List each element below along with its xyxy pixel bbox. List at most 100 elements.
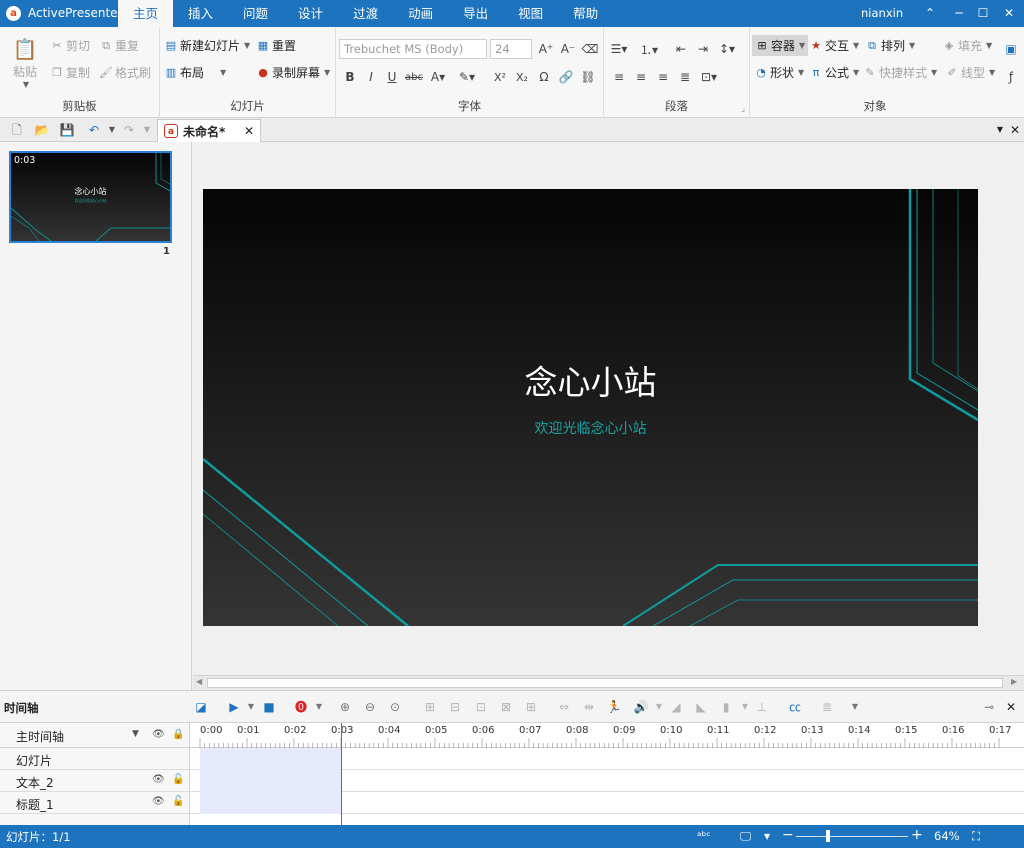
slide-title[interactable]: 念心小站 <box>203 356 978 404</box>
audio-dropdown-icon[interactable]: ▼ <box>736 698 754 716</box>
closed-caption-icon[interactable]: ㏄ <box>786 698 804 716</box>
track-text2[interactable] <box>190 770 1024 792</box>
lock-icon[interactable]: 🔒 <box>172 729 184 740</box>
clear-format-icon[interactable]: ⌫ <box>579 38 601 60</box>
unlink-icon[interactable]: ⛓ <box>577 66 599 88</box>
close-panel-icon[interactable]: ✕ <box>1006 121 1024 139</box>
track-title1[interactable] <box>190 792 1024 814</box>
fit-window-icon[interactable]: ⛶ <box>972 829 980 844</box>
zoom-level[interactable]: 64% <box>934 829 960 843</box>
link-icon[interactable]: 🔗 <box>555 66 577 88</box>
align-left-icon[interactable]: ≡ <box>608 66 630 88</box>
document-tab[interactable]: a 未命名* ✕ <box>157 119 261 142</box>
slide-clip[interactable] <box>200 748 342 770</box>
zoom-minus-icon[interactable]: − <box>782 827 794 843</box>
font-name-select[interactable]: Trebuchet MS (Body) <box>339 39 487 59</box>
title1-clip[interactable] <box>200 792 342 814</box>
zoom-slider-thumb[interactable] <box>826 830 830 842</box>
shrink-font-icon[interactable]: A⁻ <box>557 38 579 60</box>
subscript-icon[interactable]: X₂ <box>511 66 533 88</box>
cut-button[interactable]: ✂ 剪切 <box>50 37 90 54</box>
cut-range-icon[interactable]: ⊠ <box>497 698 515 716</box>
layer-row-title1[interactable]: 标题_1 👁 🔓 <box>0 792 190 814</box>
stop-icon[interactable]: ■ <box>260 698 278 716</box>
slide-canvas[interactable]: 念心小站 欢迎光临念心小站 <box>203 189 978 626</box>
unlock-icon[interactable]: 🔓 <box>172 796 184 807</box>
superscript-icon[interactable]: X² <box>489 66 511 88</box>
user-name[interactable]: nianxin <box>861 6 903 20</box>
tab-animations[interactable]: 动画 <box>393 0 448 27</box>
line-style-button[interactable]: ✐ 线型 ▼ <box>945 64 995 81</box>
new-slide-button[interactable]: ▤ 新建幻灯片 ▼ <box>164 37 250 54</box>
split-icon[interactable]: ⊞ <box>421 698 439 716</box>
copy-button[interactable]: ❐ 复制 <box>50 64 90 81</box>
delete-range-icon[interactable]: ⊞ <box>522 698 540 716</box>
font-size-select[interactable]: 24 <box>490 39 532 59</box>
zoom-fit-icon[interactable]: ⊙ <box>386 698 404 716</box>
grow-font-icon[interactable]: A⁺ <box>535 38 557 60</box>
tab-transitions[interactable]: 过渡 <box>338 0 393 27</box>
redo-dropdown-icon[interactable]: ▼ <box>138 121 156 139</box>
tab-questions[interactable]: 问题 <box>228 0 283 27</box>
tab-export[interactable]: 导出 <box>448 0 503 27</box>
presentation-icon[interactable]: 🖵 <box>740 829 751 844</box>
quick-style-button[interactable]: ✎ 快捷样式 ▼ <box>863 64 937 81</box>
equation-button[interactable]: π 公式 ▼ <box>809 64 859 81</box>
time-ruler[interactable]: 0:00 0:01 0:02 0:03 0:04 0:05 0:06 0:07 … <box>190 723 1024 748</box>
layout-button[interactable]: ▥ 布局 ▼ <box>164 64 226 81</box>
join-icon[interactable]: ⊟ <box>446 698 464 716</box>
strikethrough-icon[interactable]: abc <box>403 66 425 88</box>
fade-in-icon[interactable]: ◢ <box>667 698 685 716</box>
marker-icon[interactable]: ⊥ <box>753 698 771 716</box>
highlight-icon[interactable]: ✎▾ <box>456 66 478 88</box>
record-dropdown-icon[interactable]: ▼ <box>310 698 328 716</box>
line-spacing-icon[interactable]: ↕▾ <box>716 38 738 60</box>
scroll-right-icon[interactable]: ▶ <box>1011 677 1017 686</box>
zoom-out-icon[interactable]: ⊖ <box>361 698 379 716</box>
chevron-down-icon[interactable]: ▼ <box>132 729 139 739</box>
numbering-icon[interactable]: ⒈▾ <box>638 38 660 60</box>
bold-icon[interactable]: B <box>339 66 361 88</box>
shape-button[interactable]: ◔ 形状 ▼ <box>754 64 804 81</box>
tab-design[interactable]: 设计 <box>283 0 338 27</box>
eye-icon[interactable]: 👁 <box>152 796 165 807</box>
zoom-plus-icon[interactable]: + <box>911 827 923 843</box>
open-folder-icon[interactable]: 📂 <box>33 121 51 139</box>
symbol-icon[interactable]: Ω <box>533 66 555 88</box>
eye-icon[interactable]: 👁 <box>152 774 165 785</box>
redo-icon[interactable]: ↷ <box>120 121 138 139</box>
tab-help[interactable]: 帮助 <box>558 0 613 27</box>
unlock-icon[interactable]: 🔓 <box>172 774 184 785</box>
justify-icon[interactable]: ≣ <box>674 66 696 88</box>
layer-row-slide[interactable]: 幻灯片 <box>0 748 190 770</box>
underline-icon[interactable]: U <box>381 66 403 88</box>
main-timeline-row[interactable]: 主时间轴 ▼ 👁 🔒 <box>0 723 190 748</box>
layer-row-text2[interactable]: 文本_2 👁 🔓 <box>0 770 190 792</box>
collapse-ribbon-icon[interactable]: ⌃ <box>921 3 939 23</box>
track-slide[interactable] <box>190 748 1024 770</box>
close-timeline-icon[interactable]: ✕ <box>1002 698 1020 716</box>
presentation-dropdown-icon[interactable]: ▼ <box>764 832 770 841</box>
increase-indent-icon[interactable]: ⇥ <box>692 38 714 60</box>
volume-dropdown-icon[interactable]: ▼ <box>650 698 668 716</box>
bullets-icon[interactable]: ☰▾ <box>608 38 630 60</box>
speed-icon[interactable]: 🏃 <box>605 698 623 716</box>
arrange-button[interactable]: ⧉ 排列 ▼ <box>865 37 915 54</box>
tab-home[interactable]: 主页 <box>118 0 174 27</box>
zoom-slider-track[interactable] <box>796 836 908 837</box>
more-icon[interactable]: ▣ <box>1000 38 1022 60</box>
slide-subtitle[interactable]: 欢迎光临念心小站 <box>203 418 978 438</box>
text2-clip[interactable] <box>200 770 342 792</box>
record-screen-button[interactable]: ● 录制屏幕 ▼ <box>256 64 330 81</box>
tab-view[interactable]: 视图 <box>503 0 558 27</box>
undo-icon[interactable]: ↶ <box>85 121 103 139</box>
decrease-indent-icon[interactable]: ⇤ <box>670 38 692 60</box>
zoom-in-icon[interactable]: ⊕ <box>336 698 354 716</box>
select-mode-icon[interactable]: ◪ <box>192 698 210 716</box>
paste-button[interactable]: 📋 粘贴 ▼ <box>12 35 38 89</box>
fill-button[interactable]: ◈ 填充 ▼ <box>942 37 992 54</box>
save-icon[interactable]: 💾 <box>58 121 76 139</box>
text-direction-icon[interactable]: ⊡▾ <box>698 66 720 88</box>
minimize-icon[interactable]: ─ <box>950 3 968 23</box>
tab-insert[interactable]: 插入 <box>173 0 228 27</box>
